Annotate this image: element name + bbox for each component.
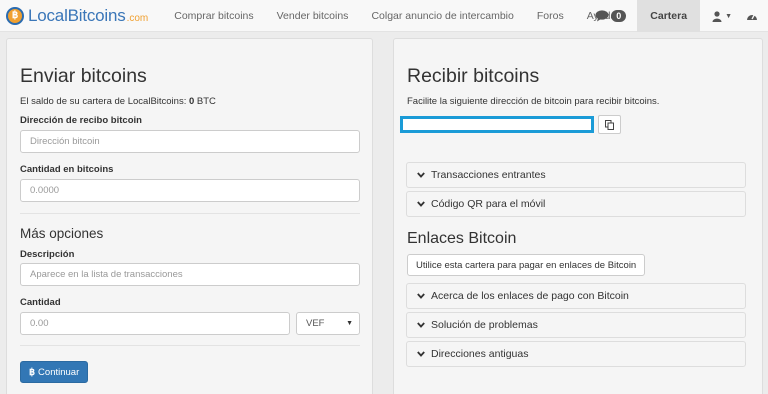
chevron-down-icon	[417, 172, 425, 178]
tab-wallet[interactable]: Cartera	[637, 0, 701, 32]
description-label: Descripción	[20, 249, 75, 260]
chevron-down-icon: ▼	[346, 320, 353, 327]
troubleshooting-toggle[interactable]: Solución de problemas	[406, 312, 746, 338]
brand-name: LocalBitcoins	[28, 5, 126, 25]
nav-link-sell[interactable]: Vender bitcoins	[277, 10, 349, 22]
user-icon	[712, 10, 722, 22]
bitcoin-logo-icon: ฿	[6, 6, 24, 25]
chat-bubble-icon	[595, 10, 609, 22]
continue-button[interactable]: ฿ Continuar	[20, 361, 89, 383]
about-payment-links-label: Acerca de los enlaces de pago con Bitcoi…	[431, 290, 629, 302]
receive-title: Recibir bitcoins	[407, 65, 540, 87]
quantity-label: Cantidad	[20, 297, 61, 308]
quantity-input[interactable]: 0.00	[20, 312, 290, 335]
nav-links: Comprar bitcoins Vender bitcoins Colgar …	[174, 0, 639, 32]
nav-link-buy[interactable]: Comprar bitcoins	[174, 10, 253, 22]
messages-count-badge: 0	[611, 10, 627, 22]
receive-panel: Recibir bitcoins Facilite la siguiente d…	[393, 38, 763, 394]
incoming-transactions-toggle[interactable]: Transacciones entrantes	[406, 162, 746, 188]
old-addresses-label: Direcciones antiguas	[431, 348, 529, 360]
incoming-transactions-label: Transacciones entrantes	[431, 169, 546, 181]
continue-label: Continuar	[38, 366, 80, 378]
currency-select[interactable]: VEF ▼	[296, 312, 360, 335]
dashboard-icon	[747, 14, 757, 20]
nav-link-forums[interactable]: Foros	[537, 10, 564, 22]
messages-button[interactable]: 0	[595, 10, 627, 22]
amount-input[interactable]: 0.0000	[20, 179, 360, 202]
bitcoin-icon: ฿	[29, 366, 36, 378]
qr-code-label: Código QR para el móvil	[431, 198, 546, 210]
copy-icon	[605, 119, 614, 130]
copy-address-button[interactable]	[598, 115, 621, 134]
address-input[interactable]: Dirección bitcoin	[20, 130, 360, 153]
top-navbar: ฿ LocalBitcoins .com Comprar bitcoins Ve…	[0, 0, 768, 32]
send-panel: Enviar bitcoins El saldo de su cartera d…	[6, 38, 373, 394]
nav-right: 0 Cartera ▼	[595, 0, 768, 32]
amount-label: Cantidad en bitcoins	[20, 164, 114, 175]
balance-line: El saldo de su cartera de LocalBitcoins:…	[20, 96, 216, 107]
address-label: Dirección de recibo bitcoin	[20, 115, 142, 126]
troubleshooting-label: Solución de problemas	[431, 319, 538, 331]
divider	[20, 345, 360, 346]
old-addresses-toggle[interactable]: Direcciones antiguas	[406, 341, 746, 367]
brand-logo[interactable]: ฿ LocalBitcoins .com	[6, 0, 148, 32]
chevron-down-icon	[417, 201, 425, 207]
bitcoin-links-heading: Enlaces Bitcoin	[407, 230, 517, 247]
balance-unit: BTC	[196, 96, 216, 107]
receive-address-field[interactable]	[400, 116, 594, 133]
dashboard-button[interactable]	[746, 11, 758, 21]
brand-suffix: .com	[126, 12, 149, 24]
user-menu[interactable]: ▼	[712, 10, 732, 22]
qr-code-toggle[interactable]: Código QR para el móvil	[406, 191, 746, 217]
chevron-down-icon	[417, 293, 425, 299]
divider	[20, 213, 360, 214]
about-payment-links-toggle[interactable]: Acerca de los enlaces de pago con Bitcoi…	[406, 283, 746, 309]
use-wallet-links-button[interactable]: Utilice esta cartera para pagar en enlac…	[407, 254, 646, 276]
nav-link-post-ad[interactable]: Colgar anuncio de intercambio	[371, 10, 513, 22]
receive-subtitle: Facilite la siguiente dirección de bitco…	[407, 96, 660, 107]
description-input[interactable]: Aparece en la lista de transacciones	[20, 263, 360, 286]
chevron-down-icon: ▼	[725, 12, 732, 20]
chevron-down-icon	[417, 351, 425, 357]
currency-value: VEF	[306, 318, 325, 329]
send-title: Enviar bitcoins	[20, 65, 147, 87]
chevron-down-icon	[417, 322, 425, 328]
more-options-heading: Más opciones	[20, 226, 104, 241]
balance-value: 0	[188, 96, 195, 107]
balance-prefix: El saldo de su cartera de LocalBitcoins:	[20, 96, 187, 107]
